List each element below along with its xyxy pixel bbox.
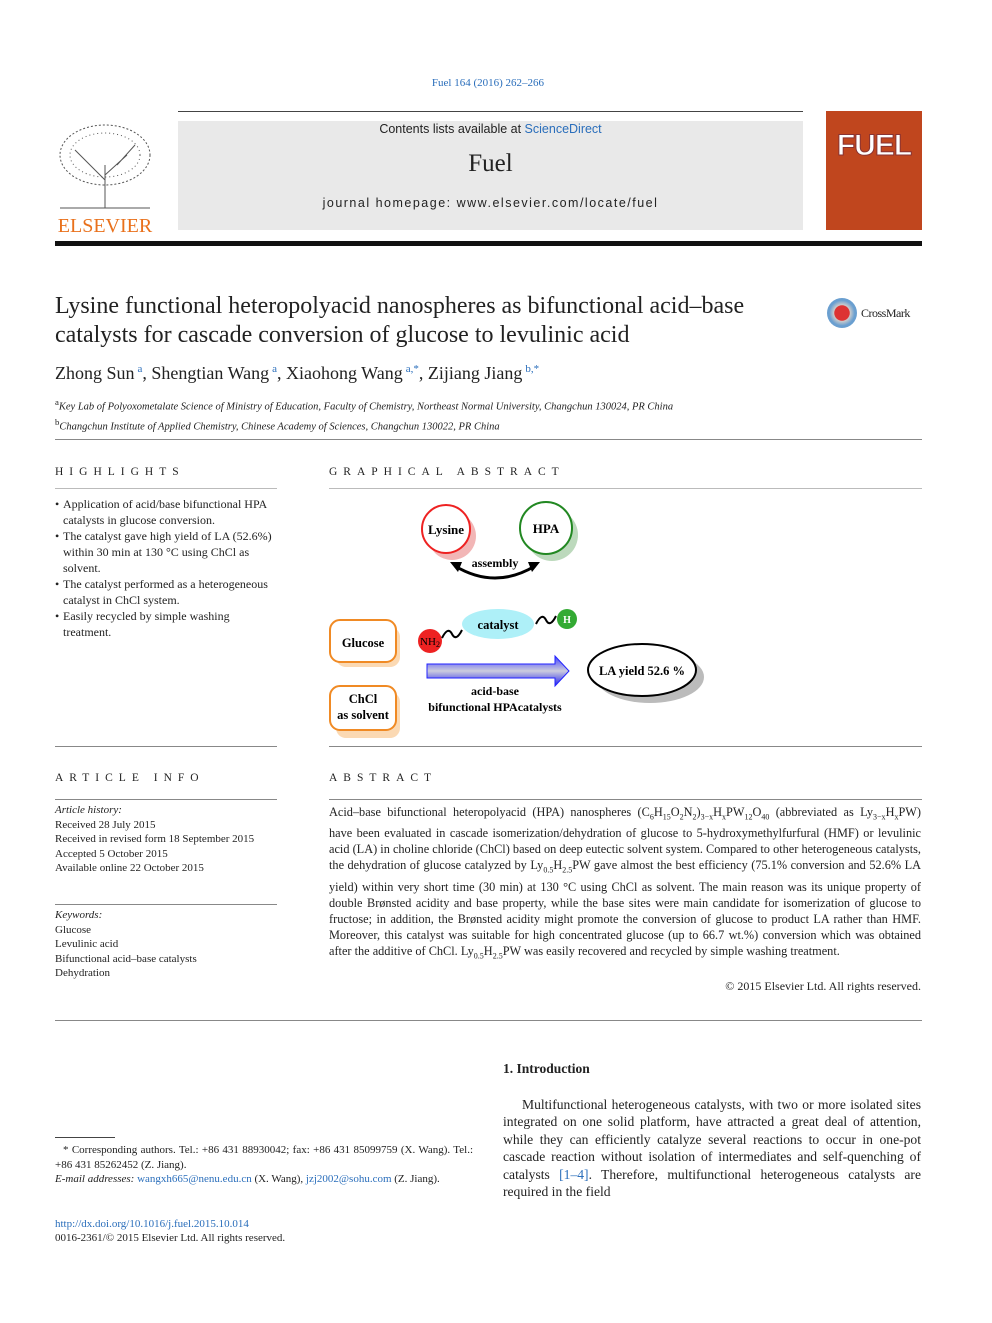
subscript: 0.5 (543, 865, 554, 875)
affiliation-text: Key Lab of Polyoxometalate Science of Mi… (58, 401, 674, 413)
history-label: Article history: (55, 804, 122, 816)
chcl-label: ChCl (349, 692, 378, 706)
graphical-abstract-figure: Lysine HPA assembly catalyst NH2 H Gluco… (329, 501, 704, 738)
header-rule (55, 241, 922, 246)
affiliation-text: Changchun Institute of Applied Chemistry… (59, 421, 500, 433)
subscript: 15 (662, 812, 671, 822)
abstract-segment: H (483, 943, 493, 958)
abstract-segment: H (653, 805, 663, 819)
highlight-item: The catalyst performed as a heterogeneou… (55, 576, 280, 608)
journal-homepage[interactable]: journal homepage: www.elsevier.com/locat… (178, 196, 803, 210)
elsevier-logo: ELSEVIER (55, 120, 155, 237)
keyword: Glucose (55, 923, 92, 936)
cover-title: FUEL (836, 129, 912, 163)
lysine-label: Lysine (428, 522, 464, 537)
author-affiliation-mark[interactable]: a (272, 363, 277, 375)
history-item: Received 28 July 2015 (55, 818, 156, 831)
abstract-segment: Acid–base bifunctional heteropolyacid (H… (329, 805, 650, 819)
journal-name: Fuel (468, 150, 513, 177)
journal-cover: FUEL (826, 111, 922, 230)
subscript: 3−x (700, 812, 714, 822)
author-list: Zhong Sun a, Shengtian Wang a, Xiaohong Wa… (55, 363, 540, 383)
footnote: * Corresponding authors. Tel.: +86 431 8… (55, 1144, 473, 1185)
keyword: Bifunctional acid–base catalysts (55, 952, 197, 965)
history-item: Received in revised form 18 September 20… (55, 833, 255, 845)
assembly-label: assembly (472, 556, 519, 570)
acid-base-label: acid-base (471, 684, 520, 698)
catalyst-label: catalyst (478, 618, 520, 632)
keywords: Keywords: Glucose Levulinic acid Bifunctio… (55, 908, 277, 981)
abstract-segment: O (670, 805, 680, 819)
keyword: Levulinic acid (55, 938, 119, 950)
author-name[interactable]: Shengtian Wang (151, 363, 269, 383)
crossmark-label: CrossMark (861, 305, 910, 320)
article-title: Lysine functional heteropolyacid nanosph… (55, 293, 745, 348)
highlights-heading: HIGHLIGHTS (55, 466, 185, 478)
doi-link[interactable]: http://dx.doi.org/10.1016/j.fuel.2015.10… (55, 1217, 249, 1232)
abstract-segment: (abbreviated as Ly (769, 805, 874, 819)
author-name[interactable]: Zhong Sun (55, 363, 135, 383)
abstract-segment: H (553, 858, 563, 873)
abstract-text: Acid–base bifunctional heteropolyacid (H… (329, 804, 921, 964)
author-name[interactable]: Xiaohong Wang (286, 363, 403, 383)
introduction-text: Multifunctional heterogeneous catalysts,… (503, 1097, 921, 1200)
author-affiliation-mark[interactable]: a,* (406, 363, 419, 375)
subscript: 2.5 (492, 951, 503, 961)
email-link[interactable]: wangxh665@nenu.edu.cn (137, 1173, 252, 1185)
article-info-heading: ARTICLE INFO (55, 772, 205, 784)
keywords-label: Keywords: (55, 909, 103, 921)
la-yield-label: LA yield 52.6 % (599, 664, 685, 678)
history-item: Available online 22 October 2015 (55, 862, 204, 874)
author-affiliation-mark[interactable]: b,* (525, 363, 539, 375)
introduction-heading: 1. Introduction (503, 1061, 590, 1076)
hpa-label: HPA (533, 521, 560, 536)
history-item: Accepted 5 October 2015 (55, 847, 168, 860)
highlight-item: Application of acid/base bifunctional HP… (55, 496, 280, 528)
journal-banner: Contents lists available at ScienceDirec… (178, 121, 803, 230)
keyword: Dehydration (55, 967, 110, 979)
abstract-segment: PW was easily recovered and recycled by … (502, 943, 840, 958)
crossmark-icon (827, 298, 857, 328)
email-link[interactable]: jzj2002@sohu.com (306, 1173, 392, 1185)
subscript: 3−x (873, 812, 886, 822)
issn: 0016-2361/© 2015 Elsevier Ltd. All right… (55, 1232, 286, 1244)
highlight-item: Easily recycled by simple washing treatm… (55, 608, 280, 640)
author-name[interactable]: Zijiang Jiang (428, 363, 522, 383)
graphical-abstract-heading: GRAPHICAL ABSTRACT (329, 466, 565, 478)
affiliations: aKey Lab of Polyoxometalate Science of M… (55, 395, 673, 435)
reaction-arrow (426, 654, 570, 688)
reference-link[interactable]: [1–4] (559, 1167, 588, 1182)
subscript: 0.5 (473, 951, 484, 961)
bifunctional-label: bifunctional HPAcatalysts (428, 700, 562, 714)
copyright: © 2015 Elsevier Ltd. All rights reserved… (725, 979, 921, 993)
abstract-heading: ABSTRACT (329, 772, 438, 784)
as-solvent-label: as solvent (337, 708, 390, 722)
journal-reference-link[interactable]: Fuel 164 (2016) 262–266 (0, 77, 976, 89)
publisher-name: ELSEVIER (57, 215, 153, 237)
abstract-segment: H (713, 805, 723, 819)
article-history: Article history: Received 28 July 2015 Re… (55, 803, 277, 876)
sciencedirect-link[interactable]: ScienceDirect (525, 122, 602, 136)
contents-prefix: Contents lists available at (379, 122, 525, 136)
highlight-item: The catalyst gave high yield of LA (52.6… (55, 528, 280, 576)
h-label: H (563, 615, 571, 626)
abstract-segment: PW (726, 805, 745, 819)
highlights-list: Application of acid/base bifunctional HP… (55, 496, 280, 640)
subscript: 2.5 (562, 865, 573, 875)
page: Fuel 164 (2016) 262–266 ELSEVIER Content… (0, 0, 992, 1323)
glucose-label: Glucose (342, 636, 385, 650)
abstract-segment: N (683, 805, 693, 819)
crossmark-button[interactable]: CrossMark (827, 298, 910, 328)
author-affiliation-mark[interactable]: a (138, 363, 143, 375)
